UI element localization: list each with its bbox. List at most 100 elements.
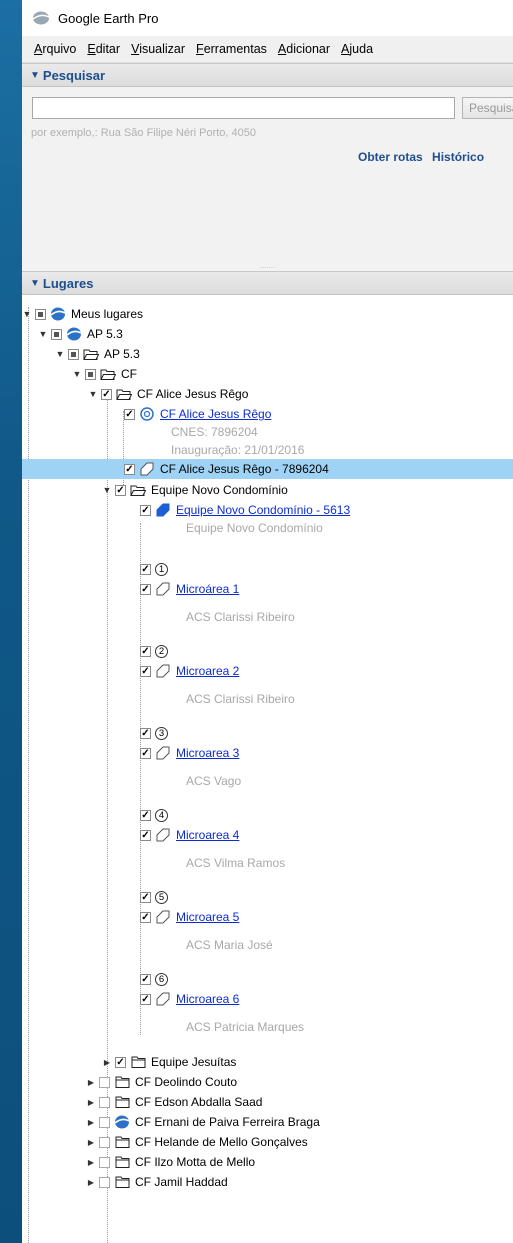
- folder-icon: [114, 1075, 130, 1089]
- tree-item-microarea[interactable]: ✓ Microarea 6: [140, 989, 239, 1009]
- polygon-link[interactable]: Equipe Novo Condomínio - 5613: [176, 503, 350, 517]
- tree-item-microarea[interactable]: ✓ Microarea 3: [140, 743, 239, 763]
- tree-item-microarea[interactable]: ✓ Microarea 5: [140, 907, 239, 927]
- folder-icon: [114, 1175, 130, 1189]
- panel-splitter[interactable]: .......: [22, 262, 513, 271]
- placemark-link[interactable]: CF Alice Jesus Rêgo: [160, 407, 271, 421]
- expand-arrow-icon[interactable]: ▼: [55, 349, 65, 359]
- expand-arrow-icon[interactable]: ▶: [86, 1078, 96, 1087]
- menu-editar[interactable]: Editar: [87, 42, 120, 56]
- checkbox[interactable]: ✓: [124, 463, 135, 475]
- microarea-link[interactable]: Microarea 5: [176, 910, 239, 924]
- tree-item-equipe-jesuitas[interactable]: ▶ ✓ Equipe Jesuítas: [102, 1052, 236, 1072]
- tree-item-number-marker[interactable]: ✓ 4: [140, 805, 172, 825]
- checkbox[interactable]: ✓: [140, 829, 151, 841]
- expand-arrow-icon[interactable]: ▶: [86, 1178, 96, 1187]
- expand-arrow-icon[interactable]: ▶: [86, 1098, 96, 1107]
- tree-item-cf-ilzo[interactable]: ▶ CF Ilzo Motta de Mello: [86, 1152, 255, 1172]
- checkbox[interactable]: ✓: [115, 1056, 126, 1068]
- checkbox[interactable]: [99, 1156, 110, 1168]
- checkbox[interactable]: [51, 328, 62, 340]
- checkbox[interactable]: [99, 1176, 110, 1188]
- tree-item-cf-alice-folder[interactable]: ▼ ✓ CF Alice Jesus Rêgo: [88, 384, 249, 404]
- tree-item-number-marker[interactable]: ✓ 6: [140, 969, 172, 989]
- checkbox[interactable]: [68, 348, 79, 360]
- tree-item-equipe-polygon[interactable]: ✓ Equipe Novo Condomínio - 5613: [140, 500, 350, 520]
- open-folder-icon: [100, 367, 116, 381]
- checkbox[interactable]: ✓: [140, 993, 151, 1005]
- checkbox[interactable]: ✓: [140, 665, 151, 677]
- google-earth-globe-icon: [50, 307, 66, 321]
- tree-item-microarea[interactable]: ✓ Microarea 4: [140, 825, 239, 845]
- checkbox[interactable]: ✓: [140, 911, 151, 923]
- tree-item-label: CF: [121, 367, 137, 381]
- get-directions-link[interactable]: Obter rotas: [358, 150, 423, 164]
- checkbox[interactable]: [85, 368, 96, 380]
- checkbox[interactable]: ✓: [140, 504, 151, 516]
- menu-ferramentas[interactable]: Ferramentas: [196, 42, 267, 56]
- history-link[interactable]: Histórico: [432, 150, 484, 164]
- tree-item-cf[interactable]: ▼ CF: [72, 364, 137, 384]
- places-panel-header[interactable]: ▼ Lugares: [22, 271, 513, 295]
- checkbox[interactable]: ✓: [140, 583, 151, 595]
- checkbox[interactable]: [99, 1076, 110, 1088]
- expand-arrow-icon[interactable]: ▼: [22, 309, 32, 319]
- checkbox[interactable]: ✓: [140, 645, 151, 657]
- tree-item-cf-alice-placemark[interactable]: ✓ CF Alice Jesus Rêgo: [124, 404, 271, 424]
- microarea-link[interactable]: Microárea 1: [176, 582, 239, 596]
- open-folder-icon: [116, 387, 132, 401]
- checkbox[interactable]: ✓: [140, 973, 151, 985]
- tree-item-cf-jamil-haddad[interactable]: ▶ CF Jamil Haddad: [86, 1172, 228, 1192]
- expand-arrow-icon[interactable]: ▶: [86, 1138, 96, 1147]
- search-button[interactable]: Pesquisar: [462, 97, 513, 119]
- checkbox[interactable]: ✓: [115, 484, 126, 496]
- checkbox[interactable]: ✓: [140, 747, 151, 759]
- menu-visualizar[interactable]: Visualizar: [131, 42, 185, 56]
- tree-item-microarea[interactable]: ✓ Microarea 2: [140, 661, 239, 681]
- checkbox[interactable]: ✓: [124, 408, 135, 420]
- tree-item-cf-deolindo-couto[interactable]: ▶ CF Deolindo Couto: [86, 1072, 237, 1092]
- expand-arrow-icon[interactable]: ▼: [88, 389, 98, 399]
- google-earth-window: Google Earth Pro Arquivo Editar Visualiz…: [22, 0, 513, 1243]
- expand-arrow-icon[interactable]: ▶: [86, 1158, 96, 1167]
- search-panel-header[interactable]: ▼ Pesquisar: [22, 63, 513, 87]
- checkbox[interactable]: ✓: [101, 388, 112, 400]
- tree-item-microarea[interactable]: ✓ Microárea 1: [140, 579, 239, 599]
- checkbox[interactable]: [35, 308, 46, 320]
- tree-item-number-marker[interactable]: ✓ 1: [140, 559, 172, 579]
- tree-item-cf-edson-abdalla-saad[interactable]: ▶ CF Edson Abdalla Saad: [86, 1092, 263, 1112]
- tree-item-number-marker[interactable]: ✓ 2: [140, 641, 172, 661]
- checkbox[interactable]: [99, 1116, 110, 1128]
- folder-icon: [114, 1155, 130, 1169]
- menu-adicionar[interactable]: Adicionar: [278, 42, 330, 56]
- tree-item-cf-helande[interactable]: ▶ CF Helande de Mello Gonçalves: [86, 1132, 308, 1152]
- microarea-link[interactable]: Microarea 3: [176, 746, 239, 760]
- checkbox[interactable]: [99, 1136, 110, 1148]
- tree-item-ap53[interactable]: ▼ AP 5.3: [38, 324, 123, 344]
- expand-arrow-icon[interactable]: ▼: [72, 369, 82, 379]
- tree-item-ap53-folder[interactable]: ▼ AP 5.3: [55, 344, 140, 364]
- checkbox[interactable]: ✓: [140, 891, 151, 903]
- checkbox[interactable]: ✓: [140, 727, 151, 739]
- expand-arrow-icon[interactable]: ▶: [102, 1058, 112, 1067]
- tree-item-meus-lugares[interactable]: ▼ Meus lugares: [22, 304, 144, 324]
- microarea-link[interactable]: Microarea 4: [176, 828, 239, 842]
- tree-item-cf-alice-polygon-selected[interactable]: ✓ CF Alice Jesus Rêgo - 7896204: [22, 459, 513, 479]
- tree-item-equipe-novo-condominio[interactable]: ▼ ✓ Equipe Novo Condomínio: [102, 480, 288, 500]
- tree-item-cf-ernani[interactable]: ▶ CF Ernani de Paiva Ferreira Braga: [86, 1112, 320, 1132]
- tree-item-number-marker[interactable]: ✓ 5: [140, 887, 172, 907]
- expand-arrow-icon[interactable]: ▼: [38, 329, 48, 339]
- tree-guide: [140, 523, 141, 1035]
- search-input[interactable]: [32, 97, 455, 119]
- microarea-link[interactable]: Microarea 6: [176, 992, 239, 1006]
- menu-ajuda[interactable]: Ajuda: [341, 42, 373, 56]
- checkbox[interactable]: [99, 1096, 110, 1108]
- checkbox[interactable]: ✓: [140, 809, 151, 821]
- tree-guide: [28, 307, 29, 1243]
- expand-arrow-icon[interactable]: ▶: [86, 1118, 96, 1127]
- microarea-link[interactable]: Microarea 2: [176, 664, 239, 678]
- checkbox[interactable]: ✓: [140, 563, 151, 575]
- menu-arquivo[interactable]: Arquivo: [34, 42, 76, 56]
- expand-arrow-icon[interactable]: ▼: [102, 485, 112, 495]
- tree-item-number-marker[interactable]: ✓ 3: [140, 723, 172, 743]
